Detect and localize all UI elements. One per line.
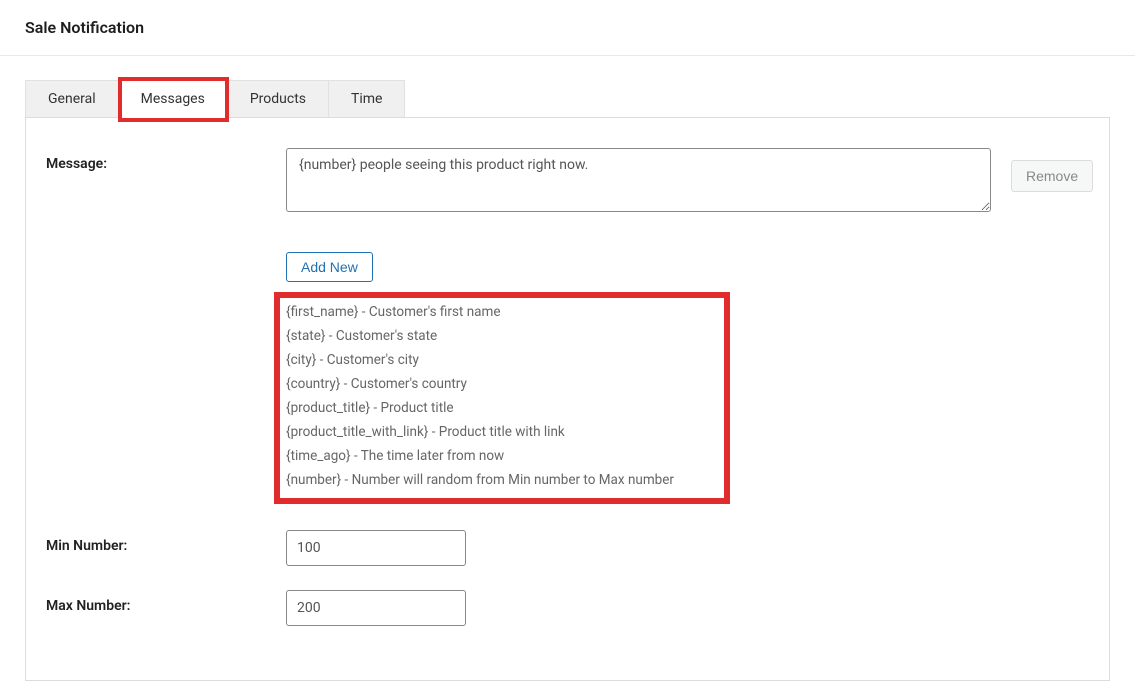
tab-general[interactable]: General (25, 80, 119, 118)
add-new-button[interactable]: Add New (286, 252, 373, 282)
placeholder-first-name: {first_name} - Customer's first name (286, 300, 718, 324)
message-label: Message: (46, 148, 286, 172)
tab-time[interactable]: Time (328, 80, 405, 118)
page-title: Sale Notification (0, 0, 1135, 56)
tab-messages-wrap: Messages (118, 80, 227, 118)
below-content: Add New {first_name} - Customer's first … (286, 236, 1089, 492)
min-number-label: Min Number: (46, 530, 286, 554)
message-field: Remove (286, 148, 1093, 212)
max-number-field (286, 590, 1089, 626)
tab-messages[interactable]: Messages (118, 80, 228, 118)
min-number-field (286, 530, 1089, 566)
content-wrapper: General Messages Products Time Message: … (0, 56, 1135, 681)
placeholder-product-title-link: {product_title_with_link} - Product titl… (286, 420, 718, 444)
placeholders-box: {first_name} - Customer's first name {st… (286, 300, 718, 492)
placeholder-product-title: {product_title} - Product title (286, 396, 718, 420)
placeholder-state: {state} - Customer's state (286, 324, 718, 348)
remove-button[interactable]: Remove (1011, 160, 1093, 192)
offset-spacer (46, 236, 286, 492)
settings-panel: Message: Remove Add New {first_name} - C… (25, 117, 1110, 681)
max-number-label: Max Number: (46, 590, 286, 614)
message-row: Message: Remove (46, 148, 1089, 212)
min-number-row: Min Number: (46, 530, 1089, 566)
below-message-row: Add New {first_name} - Customer's first … (46, 236, 1089, 492)
placeholder-country: {country} - Customer's country (286, 372, 718, 396)
tabs: General Messages Products Time (25, 80, 1110, 118)
tab-products[interactable]: Products (227, 80, 329, 118)
max-number-input[interactable] (286, 590, 466, 626)
placeholder-time-ago: {time_ago} - The time later from now (286, 444, 718, 468)
message-input[interactable] (286, 148, 991, 212)
placeholder-number: {number} - Number will random from Min n… (286, 468, 718, 492)
placeholder-city: {city} - Customer's city (286, 348, 718, 372)
min-number-input[interactable] (286, 530, 466, 566)
max-number-row: Max Number: (46, 590, 1089, 626)
